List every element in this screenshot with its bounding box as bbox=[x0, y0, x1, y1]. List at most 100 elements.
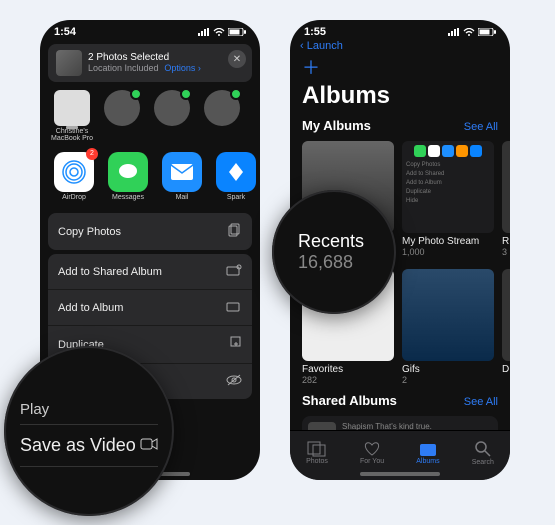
action-copy-photos[interactable]: Copy Photos bbox=[48, 213, 252, 250]
album-count: 1,000 bbox=[402, 247, 494, 257]
action-label: Add to Album bbox=[58, 302, 123, 314]
action-add-album[interactable]: Add to Album bbox=[48, 290, 252, 326]
share-apps: 2 AirDrop Messages Mail Spark bbox=[40, 144, 260, 209]
eye-off-icon bbox=[226, 374, 242, 389]
action-label: Play bbox=[20, 401, 49, 418]
airdrop-contact[interactable] bbox=[150, 90, 194, 142]
section-title: My Albums bbox=[302, 118, 371, 133]
album-name: R bbox=[502, 236, 510, 247]
app-mail[interactable]: Mail bbox=[162, 152, 202, 201]
status-time: 1:54 bbox=[54, 26, 76, 38]
tab-photos[interactable]: Photos bbox=[306, 441, 328, 465]
action-list: Copy Photos bbox=[48, 213, 252, 250]
album-count: 2 bbox=[402, 375, 494, 385]
airdrop-contacts: Christine's MacBook Pro bbox=[40, 86, 260, 144]
messages-badge-icon bbox=[230, 88, 242, 100]
album-cover bbox=[502, 269, 510, 361]
avatar-icon bbox=[104, 90, 140, 126]
album-name: Favorites bbox=[302, 364, 394, 375]
album-cover bbox=[402, 269, 494, 361]
share-options-link[interactable]: Options › bbox=[164, 63, 201, 73]
messages-badge-icon bbox=[130, 88, 142, 100]
wifi-icon bbox=[463, 28, 475, 36]
tab-search[interactable]: Search bbox=[472, 440, 494, 466]
album-photo-stream[interactable]: Copy PhotosAdd to SharedAdd to AlbumDupl… bbox=[402, 141, 494, 257]
airdrop-contact[interactable] bbox=[200, 90, 244, 142]
album-gifs[interactable]: Gifs 2 bbox=[402, 269, 494, 385]
avatar-icon bbox=[154, 90, 190, 126]
album-name: Recents bbox=[298, 231, 396, 252]
signal-icon bbox=[448, 28, 460, 36]
home-indicator[interactable] bbox=[360, 472, 440, 476]
see-all-link[interactable]: See All bbox=[464, 121, 498, 133]
share-header: 2 Photos Selected Location Included Opti… bbox=[48, 44, 252, 82]
action-add-shared-album[interactable]: Add to Shared Album bbox=[48, 254, 252, 290]
search-icon bbox=[474, 440, 492, 458]
shared-album-icon bbox=[226, 264, 242, 279]
duplicate-icon bbox=[228, 336, 242, 353]
app-label: Mail bbox=[162, 194, 202, 201]
tab-for-you[interactable]: For You bbox=[360, 441, 384, 465]
page-title: Albums bbox=[290, 80, 510, 116]
app-label: AirDrop bbox=[54, 194, 94, 201]
back-button[interactable]: ‹ Launch bbox=[290, 38, 510, 54]
album-count: 282 bbox=[302, 375, 394, 385]
signal-icon bbox=[198, 28, 210, 36]
share-subtitle: Location Included bbox=[88, 63, 159, 73]
albums-icon bbox=[418, 441, 438, 457]
app-label: Spark bbox=[216, 194, 256, 201]
airdrop-contact[interactable] bbox=[100, 90, 144, 142]
mail-icon bbox=[162, 152, 202, 192]
section-header-my-albums: My Albums See All bbox=[290, 116, 510, 135]
album-count: 3 bbox=[502, 247, 510, 257]
album-cover bbox=[502, 141, 510, 233]
contact-label: Christine's MacBook Pro bbox=[50, 128, 94, 142]
action-label: Copy Photos bbox=[58, 226, 121, 238]
avatar-icon bbox=[204, 90, 240, 126]
battery-icon bbox=[228, 28, 246, 36]
status-bar: 1:55 bbox=[290, 20, 510, 38]
album-name: Gifs bbox=[402, 364, 494, 375]
badge-icon: 2 bbox=[86, 148, 98, 160]
airdrop-icon: 2 bbox=[54, 152, 94, 192]
close-icon[interactable]: ✕ bbox=[228, 50, 246, 68]
status-bar: 1:54 bbox=[40, 20, 260, 38]
album-name: D bbox=[502, 364, 510, 375]
add-album-button[interactable]: ＋ bbox=[290, 54, 510, 80]
app-label: Messages bbox=[108, 194, 148, 201]
app-messages[interactable]: Messages bbox=[108, 152, 148, 201]
tab-label: Albums bbox=[416, 458, 439, 465]
tab-label: Search bbox=[472, 459, 494, 466]
photos-icon bbox=[307, 441, 327, 457]
see-all-link[interactable]: See All bbox=[464, 396, 498, 408]
zoom-callout-recents: Recents 16,688 bbox=[272, 190, 396, 314]
spark-icon bbox=[216, 152, 256, 192]
action-label: Add to Shared Album bbox=[58, 266, 162, 278]
app-airdrop[interactable]: 2 AirDrop bbox=[54, 152, 94, 201]
copy-icon bbox=[228, 223, 242, 240]
tab-label: For You bbox=[360, 458, 384, 465]
status-time: 1:55 bbox=[304, 26, 326, 38]
share-title: 2 Photos Selected bbox=[88, 52, 201, 63]
battery-icon bbox=[478, 28, 496, 36]
macbook-icon bbox=[54, 90, 90, 126]
section-title: Shared Albums bbox=[302, 393, 397, 408]
wifi-icon bbox=[213, 28, 225, 36]
status-right bbox=[448, 28, 496, 36]
tab-label: Photos bbox=[306, 458, 328, 465]
action-save-as-video[interactable]: Save as Video bbox=[20, 425, 158, 467]
heart-icon bbox=[363, 441, 381, 457]
app-spark[interactable]: Spark bbox=[216, 152, 256, 201]
album-cover: Copy PhotosAdd to SharedAdd to AlbumDupl… bbox=[402, 141, 494, 233]
album-count: 16,688 bbox=[298, 252, 396, 273]
tab-albums[interactable]: Albums bbox=[416, 441, 439, 465]
album-item[interactable]: D bbox=[502, 269, 510, 385]
action-play[interactable]: Play bbox=[20, 395, 158, 425]
share-thumbnail bbox=[56, 50, 82, 76]
zoom-callout-save-as-video: Play Save as Video bbox=[4, 346, 174, 516]
status-right bbox=[198, 28, 246, 36]
album-icon bbox=[226, 300, 242, 315]
airdrop-contact[interactable]: Christine's MacBook Pro bbox=[50, 90, 94, 142]
album-item[interactable]: R 3 bbox=[502, 141, 510, 257]
messages-badge-icon bbox=[180, 88, 192, 100]
